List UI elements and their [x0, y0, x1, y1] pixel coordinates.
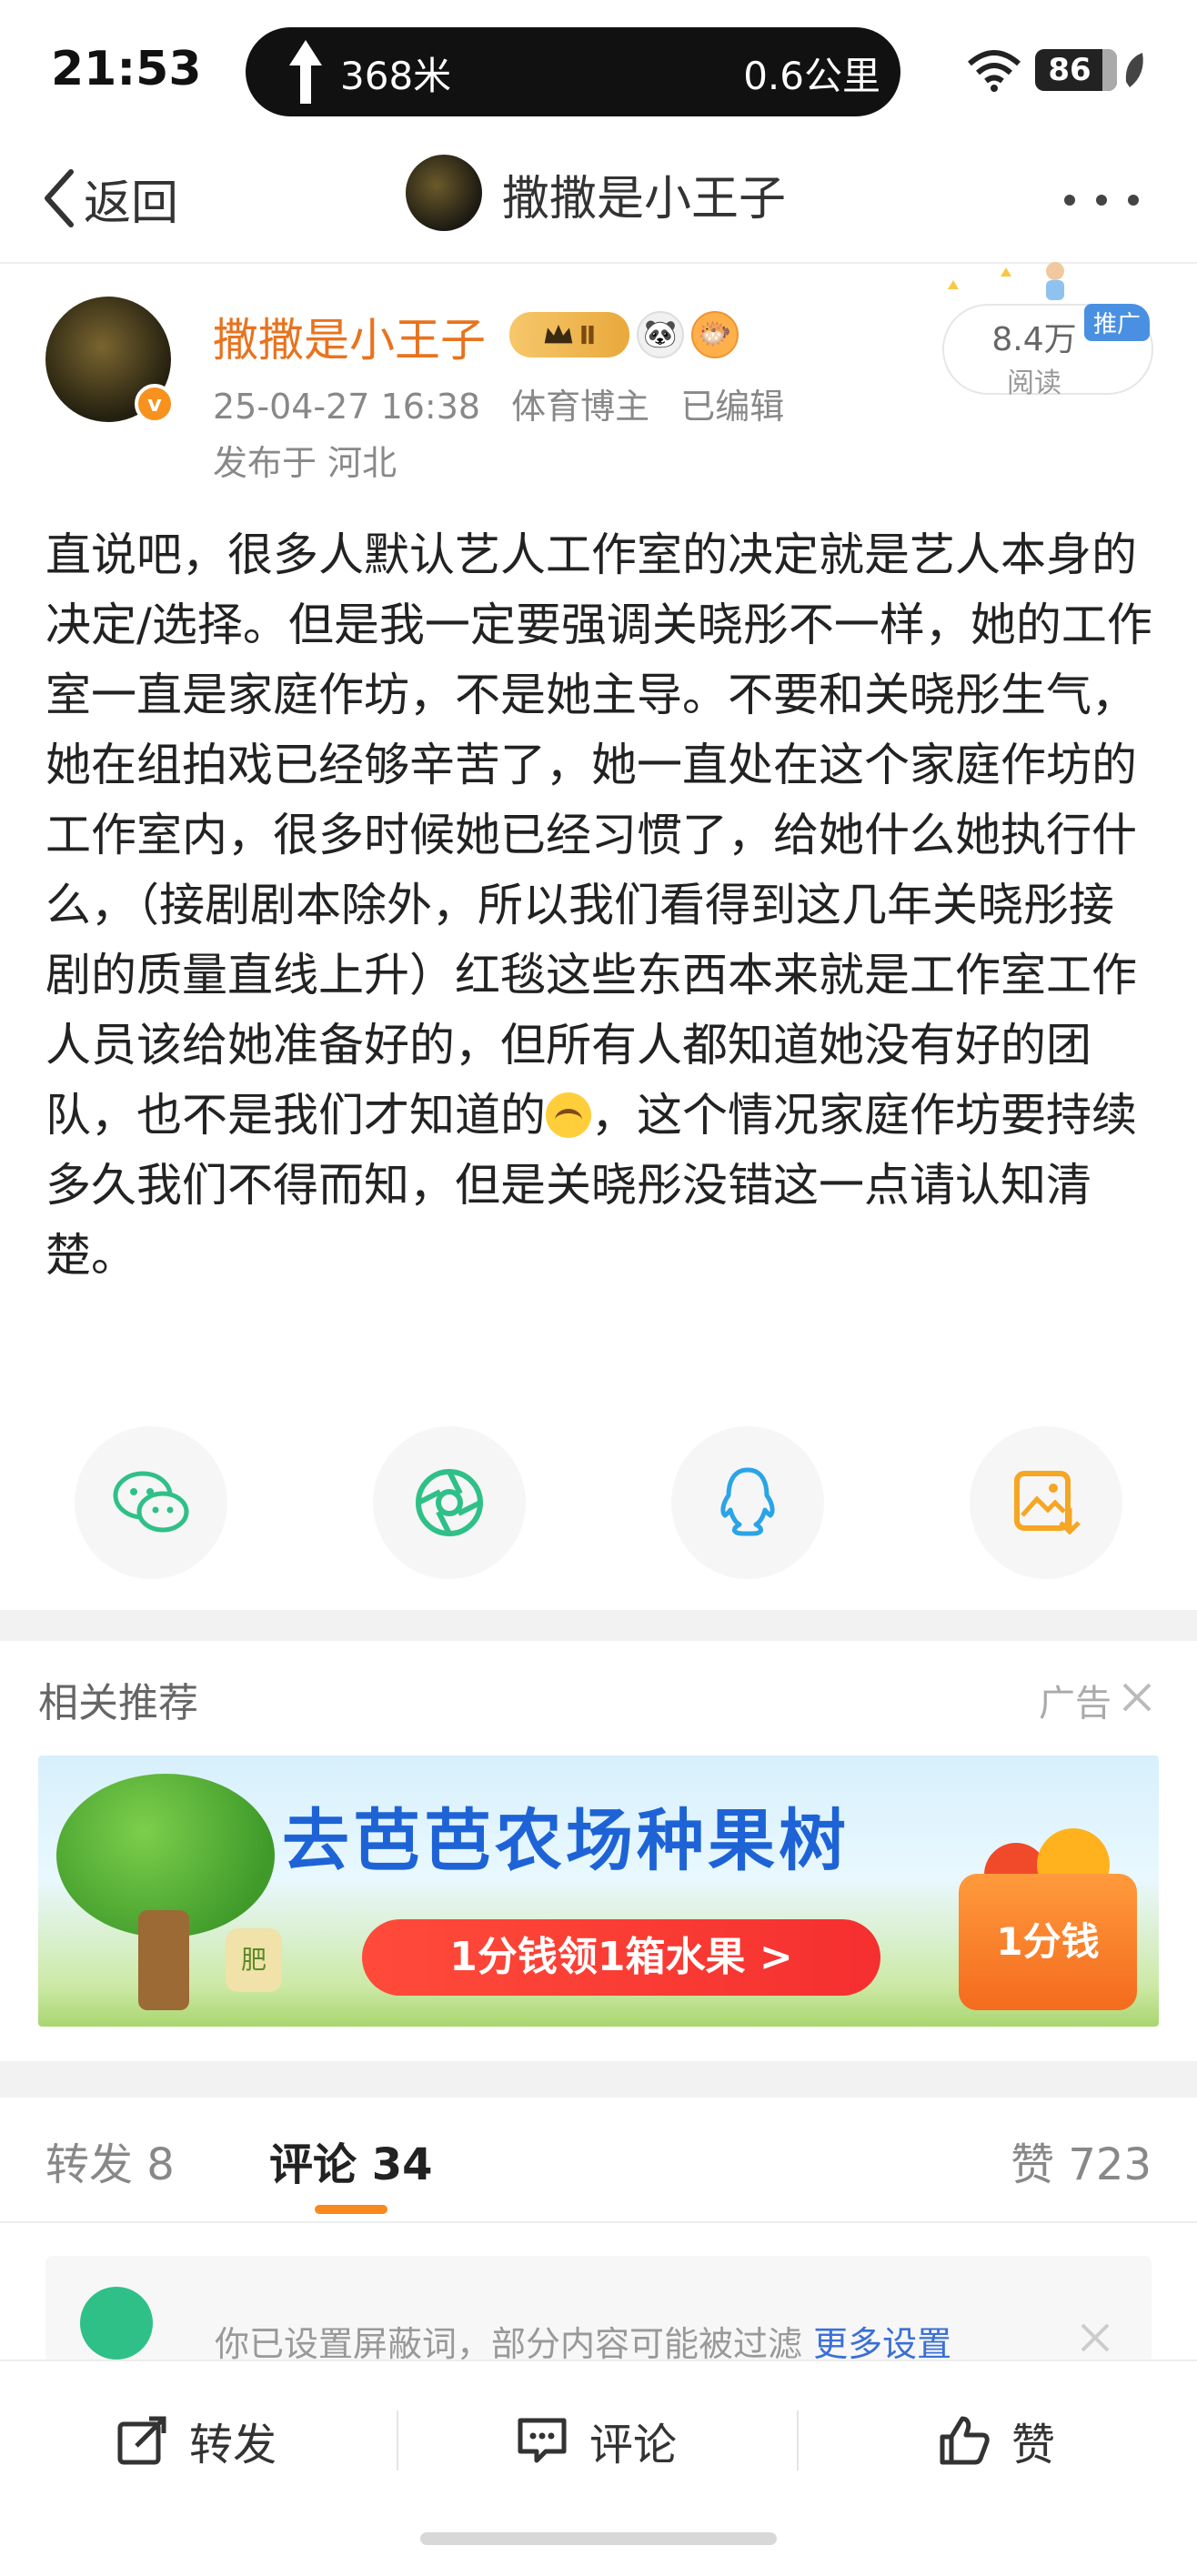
share-moments-button[interactable] [373, 1426, 526, 1579]
home-indicator[interactable] [420, 2532, 777, 2545]
section-divider [0, 2061, 1197, 2098]
repost-label: 转发 [189, 2420, 277, 2470]
save-image-icon [1014, 1471, 1081, 1535]
wechat-icon [113, 1471, 189, 1533]
author-badges: Ⅱ 🐼 🐡 [509, 307, 739, 362]
bar-divider [797, 2410, 799, 2470]
nav-distance-long: 0.6公里 [743, 54, 880, 98]
like-label: 赞 [1011, 2420, 1056, 2470]
more-settings-link[interactable]: 更多设置 [813, 2324, 951, 2364]
bar-divider [397, 2410, 398, 2470]
share-row [0, 1426, 1197, 1581]
section-divider [0, 1610, 1197, 1641]
navigation-pill[interactable]: 368米 0.6公里 [246, 27, 900, 116]
filter-notice: 你已设置屏蔽词，部分内容可能被过滤 更多设置 [45, 2256, 1152, 2374]
active-tab-indicator [315, 2205, 387, 2214]
more-options-icon[interactable] [1061, 191, 1142, 209]
post-text-part-1: 直说吧，很多人默认艺人工作室的决定就是艺人本身的决定/选择。但是我一定要强调关晓… [45, 528, 1152, 1142]
author-category: 体育博主 [511, 387, 650, 427]
recommend-title: 相关推荐 [38, 1680, 198, 1726]
back-button[interactable]: 返回 [40, 162, 178, 235]
repost-button[interactable]: 转发 [115, 2409, 277, 2472]
comment-label: 评论 [589, 2420, 678, 2470]
read-count-box[interactable]: 8.4万 阅读 推广 [942, 304, 1153, 399]
close-icon[interactable] [1079, 2321, 1112, 2354]
fish-icon[interactable]: 🐡 [691, 311, 739, 358]
header-avatar[interactable] [406, 155, 482, 231]
post-timestamp: 25-04-27 16:38 [213, 387, 481, 427]
tab-comment[interactable]: 评论 34 [269, 2128, 433, 2192]
tree-trunk [138, 1910, 189, 2010]
leaf-icon [1125, 53, 1143, 87]
filter-notice-text: 你已设置屏蔽词，部分内容可能被过滤 更多设置 [215, 2316, 951, 2366]
panda-icon[interactable]: 🐼 [637, 311, 684, 358]
post-location: 发布于 河北 [213, 443, 397, 483]
share-wechat-button[interactable] [75, 1426, 227, 1579]
wifi-icon [968, 50, 1021, 92]
like-button[interactable]: 赞 [937, 2409, 1055, 2472]
read-label: 阅读 [1007, 367, 1061, 399]
page-title: 撒撒是小王子 [502, 172, 787, 226]
thumbs-up-icon [940, 2416, 990, 2465]
arrow-up-icon [289, 40, 322, 104]
close-icon[interactable] [1119, 1679, 1155, 1716]
tab-like[interactable]: 赞 723 [1011, 2128, 1152, 2192]
nav-distance-short: 368米 [340, 54, 452, 98]
back-label: 返回 [84, 176, 179, 231]
author-name[interactable]: 撒撒是小王子 [213, 304, 486, 369]
author-avatar[interactable]: v [45, 297, 175, 424]
repost-icon [117, 2416, 166, 2465]
ad-label: 广告 [1039, 1683, 1112, 1725]
save-image-button[interactable] [970, 1426, 1122, 1579]
post-body: 直说吧，很多人默认艺人工作室的决定就是艺人本身的决定/选择。但是我一定要强调关晓… [45, 520, 1155, 1291]
crown-icon [544, 324, 573, 344]
fruit-box: 1分钱 [959, 1874, 1137, 2010]
share-qq-button[interactable] [671, 1426, 824, 1579]
top-navigation: 返回 撒撒是小王子 [0, 136, 1197, 264]
level-badge[interactable]: Ⅱ [509, 312, 629, 357]
banner-headline: 去芭芭农场种果树 [282, 1802, 850, 1880]
comment-button[interactable]: 评论 [515, 2409, 677, 2472]
promote-badge[interactable]: 推广 [1083, 304, 1150, 341]
post-meta: 25-04-27 16:38 体育博主 已编辑 [213, 378, 804, 428]
comment-icon [518, 2418, 567, 2463]
battery-cap [1102, 49, 1117, 91]
filter-notice-message: 你已设置屏蔽词，部分内容可能被过滤 [215, 2324, 803, 2364]
fertilizer-bag: 肥 [226, 1928, 282, 1992]
edited-label[interactable]: 已编辑 [680, 387, 784, 427]
interaction-tabs: 转发 8 评论 34 赞 723 [0, 2098, 1197, 2223]
status-bar: 21:53 368米 0.6公里 86 [0, 0, 1197, 136]
battery-level: 86 [1048, 52, 1091, 88]
crying-emoji-icon [546, 1092, 591, 1138]
status-time: 21:53 [51, 42, 202, 96]
tab-repost[interactable]: 转发 8 [45, 2128, 175, 2192]
qq-icon [720, 1467, 775, 1536]
battery-indicator: 86 [1035, 49, 1117, 91]
banner-cta-button[interactable]: 1分钱领1箱水果 > [362, 1919, 880, 1996]
ad-banner[interactable]: 肥 去芭芭农场种果树 1分钱领1箱水果 > 1分钱 [38, 1756, 1159, 2027]
moments-icon [416, 1469, 483, 1536]
chevron-left-icon [45, 169, 74, 227]
shield-icon [80, 2287, 153, 2360]
verified-badge-icon: v [135, 384, 175, 424]
level-badge-text: Ⅱ [578, 319, 597, 350]
